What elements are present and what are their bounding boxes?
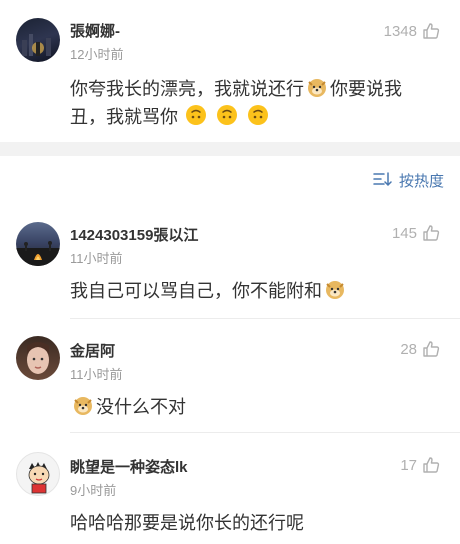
comment-text: 没什么不对 bbox=[70, 392, 186, 425]
username[interactable]: 1424303159張以江 bbox=[70, 224, 198, 245]
avatar[interactable] bbox=[16, 336, 60, 380]
thumbs-up-icon bbox=[422, 340, 440, 358]
thumbs-up-icon bbox=[422, 456, 440, 474]
thumbs-up-icon bbox=[422, 224, 440, 242]
doge-emoji bbox=[324, 278, 346, 309]
like-count: 1348 bbox=[383, 22, 417, 40]
timestamp: 9小时前 bbox=[70, 483, 117, 498]
timestamp: 11小时前 bbox=[70, 367, 123, 382]
doge-emoji bbox=[306, 76, 328, 107]
comment-text: 我自己可以骂自己，你不能附和 bbox=[70, 276, 348, 309]
like-button[interactable]: 17 bbox=[400, 456, 440, 474]
upside-down-face-emoji bbox=[247, 104, 269, 135]
like-count: 145 bbox=[391, 224, 417, 242]
comment-item: 金居阿 11小时前 28 没什么不对 bbox=[0, 324, 460, 432]
comment-text-part: 哈哈哈那要是说你长的还行呢 bbox=[70, 513, 304, 533]
timestamp: 11小时前 bbox=[70, 251, 123, 266]
comment-text-part: 丑，我就骂你 bbox=[70, 107, 178, 127]
thumbs-up-icon bbox=[422, 22, 440, 40]
comment-item: 眺望是一种姿态lk 9小时前 17 哈哈哈那要是说你长的还行呢 bbox=[0, 438, 460, 544]
comment-text: 哈哈哈那要是说你长的还行呢 bbox=[70, 508, 304, 538]
like-button[interactable]: 145 bbox=[392, 224, 440, 242]
avatar[interactable] bbox=[16, 18, 60, 62]
avatar[interactable] bbox=[16, 452, 60, 496]
sort-lines-icon bbox=[373, 171, 393, 191]
comment-text-part: 你要说我 bbox=[330, 79, 402, 99]
upside-down-face-emoji bbox=[216, 104, 238, 135]
avatar[interactable] bbox=[16, 222, 60, 266]
doge-emoji bbox=[72, 394, 94, 425]
upside-down-face-emoji bbox=[185, 104, 207, 135]
comment-text-part: 你夸我长的漂亮，我就说还行 bbox=[70, 79, 304, 99]
comment-text-part: 没什么不对 bbox=[96, 397, 186, 417]
like-count: 17 bbox=[400, 456, 417, 474]
like-count: 28 bbox=[400, 340, 417, 358]
section-divider bbox=[0, 142, 460, 156]
comment-text-part: 我自己可以骂自己，你不能附和 bbox=[70, 281, 322, 301]
username[interactable]: 張婀娜- bbox=[70, 20, 120, 41]
comment-item: 張婀娜- 12小时前 1348 你夸我长的漂亮，我就说还行 你要说我 丑，我就骂你 bbox=[0, 0, 460, 142]
divider bbox=[70, 318, 460, 319]
divider bbox=[70, 432, 460, 433]
username[interactable]: 金居阿 bbox=[70, 340, 115, 361]
timestamp: 12小时前 bbox=[70, 47, 124, 62]
sort-button[interactable]: 按热度 bbox=[373, 170, 444, 191]
username[interactable]: 眺望是一种姿态lk bbox=[70, 456, 188, 477]
like-button[interactable]: 1348 bbox=[384, 22, 440, 40]
like-button[interactable]: 28 bbox=[400, 340, 440, 358]
comment-text-line2: 丑，我就骂你 bbox=[70, 102, 271, 135]
comment-item: 1424303159張以江 11小时前 145 我自己可以骂自己，你不能附和 bbox=[0, 210, 460, 318]
sort-label: 按热度 bbox=[398, 173, 444, 190]
